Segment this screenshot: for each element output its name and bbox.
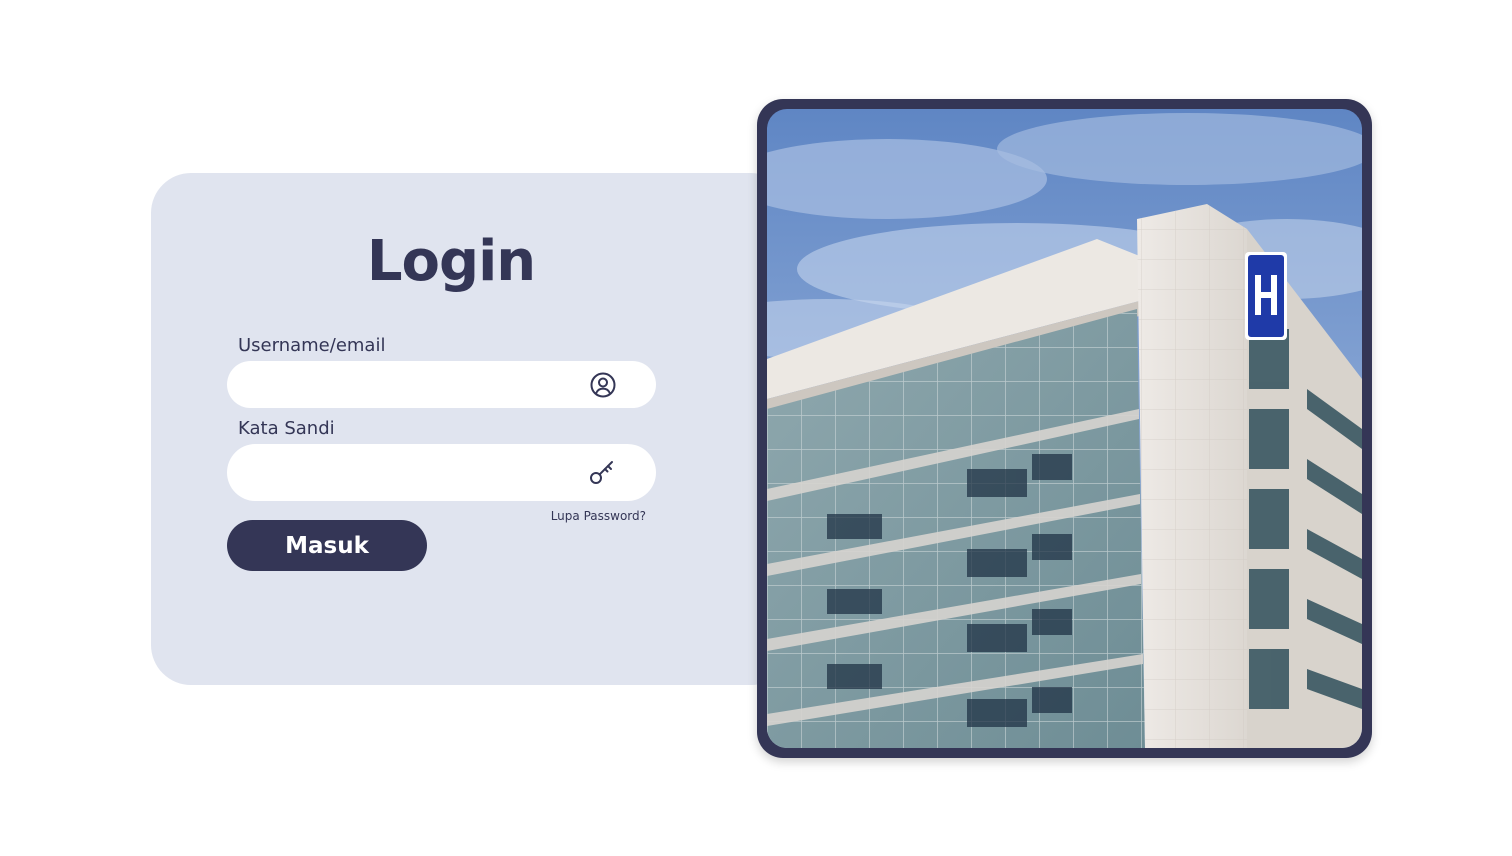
username-label: Username/email — [238, 335, 386, 356]
username-field-wrapper — [227, 361, 656, 410]
hospital-building-image — [767, 109, 1362, 748]
page-title: Login — [366, 229, 536, 294]
login-button[interactable]: Masuk — [227, 520, 427, 571]
hospital-photo-frame — [757, 99, 1372, 758]
username-input[interactable] — [247, 361, 581, 410]
key-icon — [590, 461, 613, 484]
password-field-wrapper — [227, 444, 656, 503]
password-label: Kata Sandi — [238, 418, 335, 439]
forgot-password-link[interactable]: Lupa Password? — [500, 508, 646, 524]
user-circle-icon — [590, 372, 616, 398]
password-input[interactable] — [247, 444, 581, 503]
